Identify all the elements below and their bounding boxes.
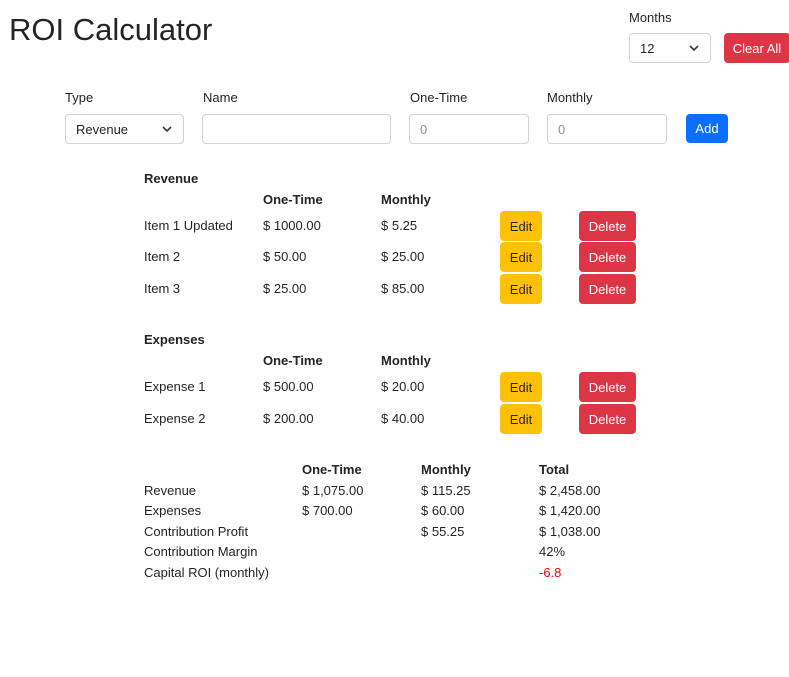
chevron-down-icon <box>162 126 172 133</box>
row-monthly: $ 5.25 <box>381 218 418 233</box>
summary-monthly: $ 115.25 <box>421 483 471 498</box>
edit-button[interactable]: Edit <box>500 404 542 434</box>
row-monthly: $ 20.00 <box>381 379 425 394</box>
row-monthly: $ 40.00 <box>381 411 425 426</box>
summary-onetime: $ 1,075.00 <box>302 483 364 498</box>
onetime-label: One-Time <box>410 90 468 105</box>
chevron-down-icon <box>689 45 699 52</box>
summary-label: Contribution Margin <box>144 544 258 559</box>
revenue-col-monthly: Monthly <box>381 192 431 207</box>
summary-col-onetime: One-Time <box>302 462 362 477</box>
row-name: Item 2 <box>144 249 181 264</box>
summary-total: $ 2,458.00 <box>539 483 601 498</box>
summary-col-monthly: Monthly <box>421 462 471 477</box>
row-name: Expense 1 <box>144 379 206 394</box>
edit-button[interactable]: Edit <box>500 242 542 272</box>
onetime-input[interactable] <box>409 114 529 144</box>
name-label: Name <box>203 90 238 105</box>
summary-label: Capital ROI (monthly) <box>144 565 269 580</box>
add-button[interactable]: Add <box>686 114 728 143</box>
summary-label: Contribution Profit <box>144 524 249 539</box>
monthly-input[interactable] <box>547 114 667 144</box>
months-select[interactable]: 12 <box>629 33 711 63</box>
summary-label: Revenue <box>144 483 197 498</box>
row-monthly: $ 85.00 <box>381 281 425 296</box>
row-name: Item 1 Updated <box>144 218 233 233</box>
type-select-value: Revenue <box>76 121 129 137</box>
type-select[interactable]: Revenue <box>65 114 184 144</box>
expenses-section-title: Expenses <box>144 332 205 347</box>
row-onetime: $ 1000.00 <box>263 218 321 233</box>
row-monthly: $ 25.00 <box>381 249 425 264</box>
row-onetime: $ 500.00 <box>263 379 314 394</box>
summary-onetime: $ 700.00 <box>302 503 353 518</box>
summary-col-total: Total <box>539 462 570 477</box>
revenue-col-onetime: One-Time <box>263 192 323 207</box>
months-select-value: 12 <box>640 40 655 56</box>
summary-total: $ 1,038.00 <box>539 524 601 539</box>
edit-button[interactable]: Edit <box>500 372 542 402</box>
monthly-label: Monthly <box>547 90 593 105</box>
edit-button[interactable]: Edit <box>500 274 542 304</box>
row-onetime: $ 200.00 <box>263 411 314 426</box>
summary-monthly: $ 55.25 <box>421 524 465 539</box>
expenses-col-monthly: Monthly <box>381 353 431 368</box>
row-onetime: $ 50.00 <box>263 249 307 264</box>
row-name: Item 3 <box>144 281 181 296</box>
page-title: ROI Calculator <box>9 12 213 47</box>
row-onetime: $ 25.00 <box>263 281 307 296</box>
clear-all-button[interactable]: Clear All <box>724 33 789 63</box>
row-name: Expense 2 <box>144 411 206 426</box>
delete-button[interactable]: Delete <box>579 274 636 304</box>
summary-total: $ 1,420.00 <box>539 503 601 518</box>
revenue-section-title: Revenue <box>144 171 199 186</box>
name-input[interactable] <box>202 114 391 144</box>
summary-total: 42% <box>539 544 566 559</box>
months-label: Months <box>629 10 672 25</box>
delete-button[interactable]: Delete <box>579 211 636 241</box>
summary-label: Expenses <box>144 503 202 518</box>
edit-button[interactable]: Edit <box>500 211 542 241</box>
delete-button[interactable]: Delete <box>579 372 636 402</box>
delete-button[interactable]: Delete <box>579 404 636 434</box>
expenses-col-onetime: One-Time <box>263 353 323 368</box>
type-label: Type <box>65 90 94 105</box>
delete-button[interactable]: Delete <box>579 242 636 272</box>
summary-monthly: $ 60.00 <box>421 503 465 518</box>
capital-roi-value: -6.8 <box>539 565 562 580</box>
